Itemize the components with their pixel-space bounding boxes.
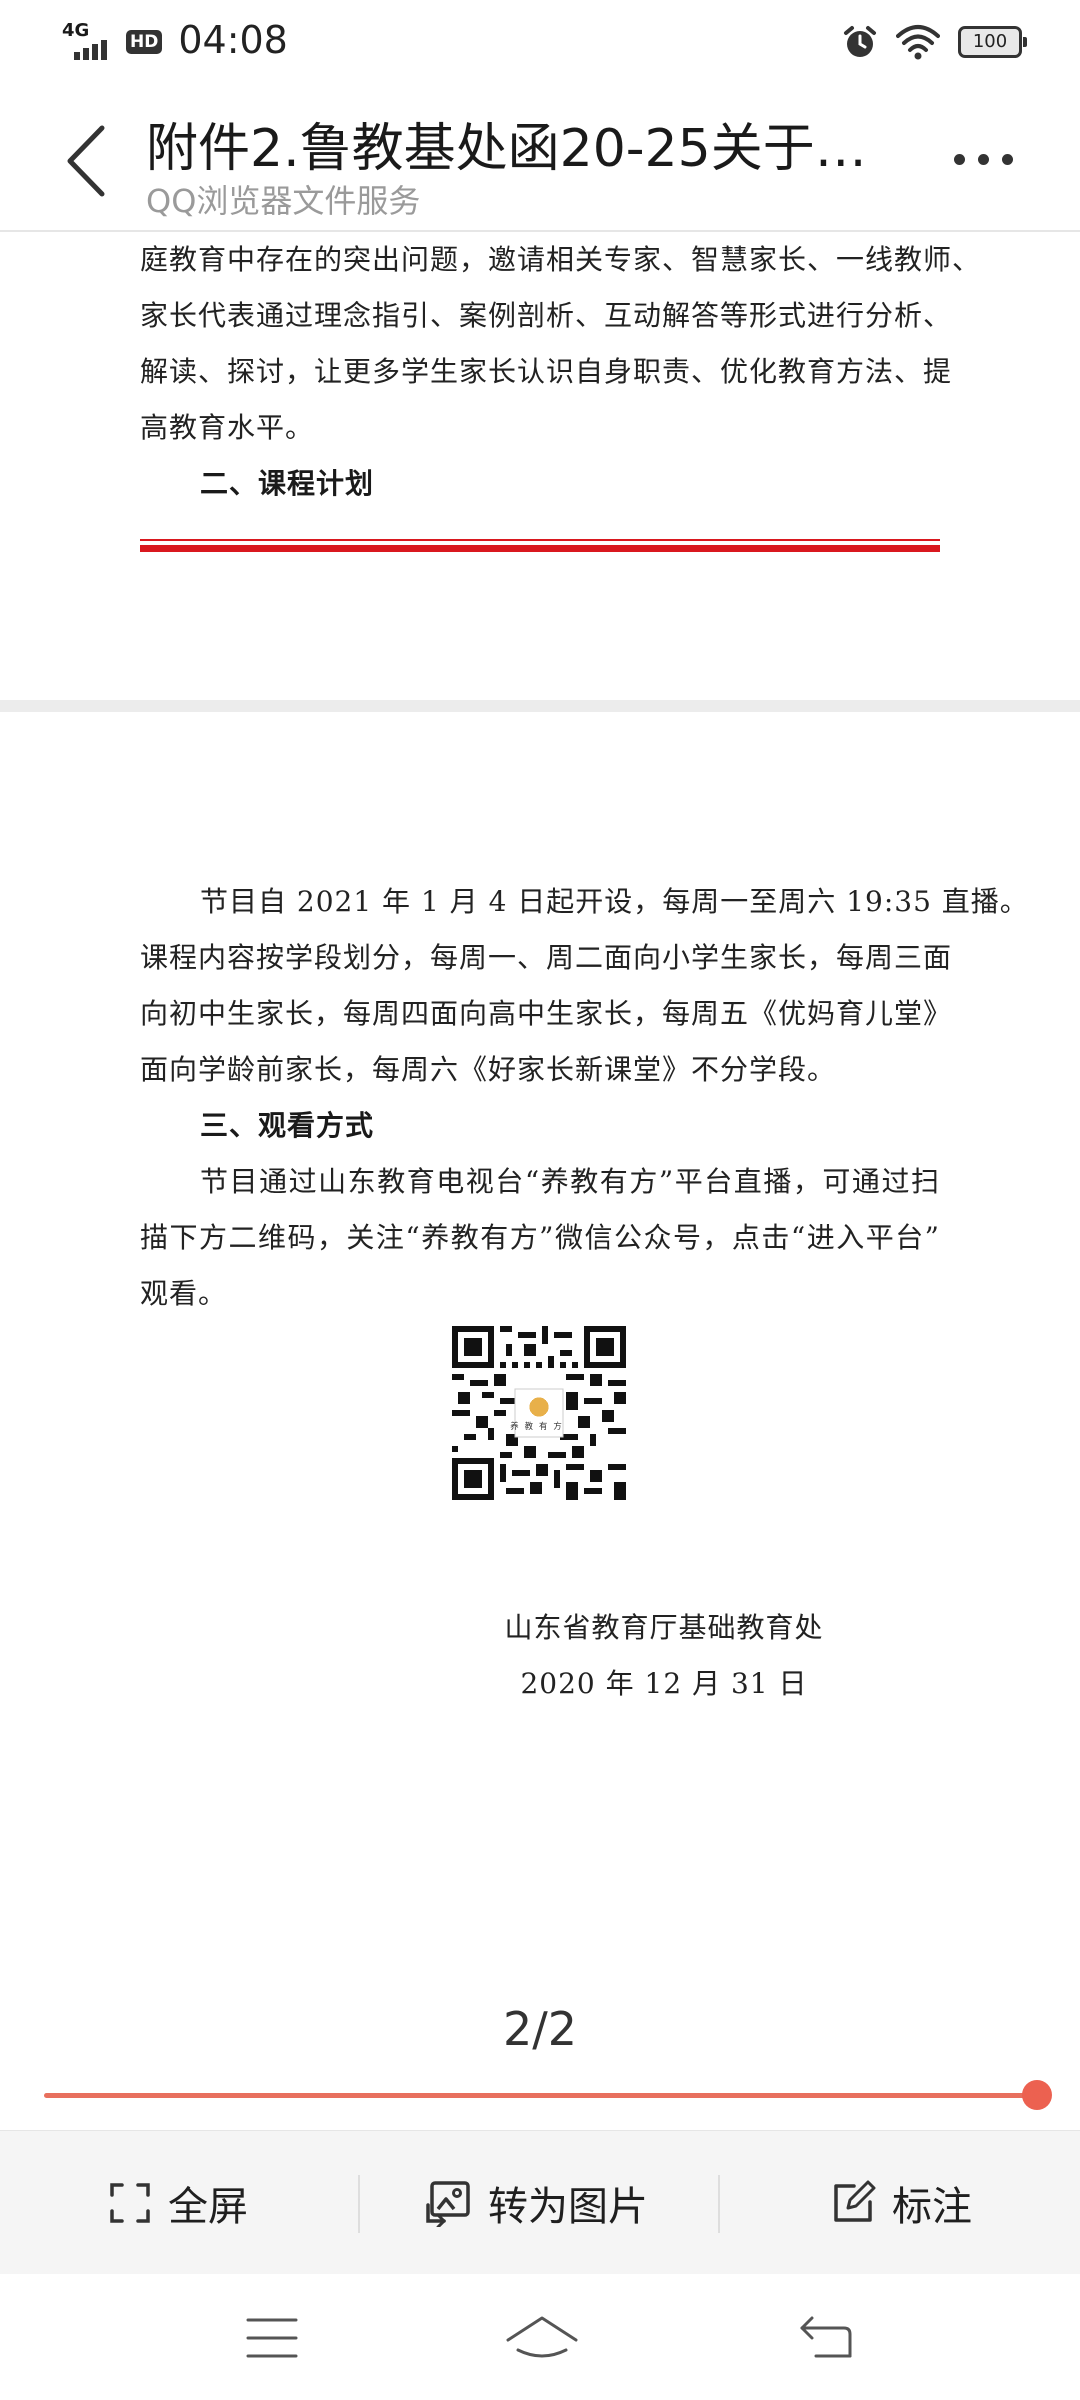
more-button[interactable] bbox=[954, 144, 1024, 174]
status-right: 100 bbox=[842, 24, 1027, 60]
bottom-toolbar: 全屏 转为图片 标注 bbox=[0, 2130, 1080, 2274]
hd-badge: HD bbox=[126, 30, 163, 54]
signature-org: 山东省教育厅基础教育处 bbox=[504, 1611, 824, 1644]
annotate-button[interactable]: 标注 bbox=[830, 2131, 972, 2275]
section-heading: 二、课程计划 bbox=[200, 467, 375, 500]
toolbar-divider bbox=[358, 2175, 360, 2233]
text-line: 节目自 2021 年 1 月 4 日起开设，每周一至周六 19:35 直播。 bbox=[200, 885, 1029, 918]
document-source: QQ浏览器文件服务 bbox=[146, 182, 421, 220]
alarm-icon bbox=[844, 26, 876, 57]
status-bar: 4G HD 04:08 100 bbox=[0, 0, 1080, 84]
annotate-label: 标注 bbox=[892, 2184, 972, 2230]
network-type: 4G bbox=[62, 20, 90, 41]
home-button[interactable] bbox=[504, 2310, 580, 2366]
title-bar: 附件2.鲁教基处函20-25关于… QQ浏览器文件服务 bbox=[0, 84, 1080, 232]
back-icon bbox=[800, 2316, 852, 2358]
page-indicator: 2/2 bbox=[502, 2002, 578, 2056]
back-arrow-icon bbox=[67, 125, 105, 197]
battery-icon: 100 bbox=[958, 26, 1027, 58]
back-nav-button[interactable] bbox=[796, 2310, 856, 2366]
menu-icon bbox=[246, 2318, 298, 2358]
cellular-signal-icon: 4G bbox=[62, 18, 116, 62]
red-divider bbox=[140, 539, 940, 541]
document-title: 附件2.鲁教基处函20-25关于… bbox=[146, 119, 867, 179]
qr-code: 养教有方 bbox=[452, 1326, 626, 1500]
fullscreen-icon bbox=[110, 2183, 150, 2223]
text-line: 家长代表通过理念指引、案例剖析、互动解答等形式进行分析、 bbox=[140, 299, 953, 332]
text-line: 观看。 bbox=[140, 1277, 228, 1310]
fullscreen-label: 全屏 bbox=[168, 2184, 248, 2230]
document-page-1[interactable]: 庭教育中存在的突出问题，邀请相关专家、智慧家长、一线教师、 家长代表通过理念指引… bbox=[0, 232, 1080, 700]
section-heading: 三、观看方式 bbox=[200, 1109, 375, 1142]
page-separator bbox=[0, 700, 1080, 712]
text-line: 面向学龄前家长，每周六《好家长新课堂》不分学段。 bbox=[140, 1053, 837, 1086]
text-line: 向初中生家长，每周四面向高中生家长，每周五《优妈育儿堂》 bbox=[140, 997, 953, 1030]
text-line: 庭教育中存在的突出问题，邀请相关专家、智慧家长、一线教师、 bbox=[140, 243, 982, 276]
image-convert-icon bbox=[426, 2181, 470, 2227]
text-line: 课程内容按学段划分，每周一、周二面向小学生家长，每周三面 bbox=[140, 941, 953, 974]
status-time: 04:08 bbox=[178, 18, 288, 62]
text-line: 解读、探讨，让更多学生家长认识自身职责、优化教育方法、提 bbox=[140, 355, 953, 388]
status-left: 4G HD 04:08 bbox=[62, 18, 288, 62]
text-line: 节目通过山东教育电视台“养教有方”平台直播，可通过扫 bbox=[200, 1165, 940, 1198]
back-button[interactable] bbox=[58, 116, 118, 206]
menu-button[interactable] bbox=[242, 2310, 302, 2366]
page-scrubber-thumb[interactable] bbox=[1022, 2080, 1052, 2110]
signature-date: 2020 年 12 月 31 日 bbox=[520, 1667, 808, 1700]
toolbar-divider bbox=[718, 2175, 720, 2233]
convert-to-image-label: 转为图片 bbox=[488, 2184, 648, 2230]
text-line: 高教育水平。 bbox=[140, 411, 315, 444]
document-page-2[interactable]: 节目自 2021 年 1 月 4 日起开设，每周一至周六 19:35 直播。 课… bbox=[0, 712, 1080, 1952]
convert-to-image-button[interactable]: 转为图片 bbox=[424, 2131, 648, 2275]
more-icon bbox=[954, 153, 1013, 165]
text-line: 描下方二维码，关注“养教有方”微信公众号，点击“进入平台” bbox=[140, 1221, 940, 1254]
red-divider bbox=[140, 545, 940, 552]
system-navigation-bar bbox=[0, 2274, 1080, 2400]
wifi-icon bbox=[896, 25, 940, 60]
annotate-icon bbox=[834, 2180, 876, 2222]
fullscreen-button[interactable]: 全屏 bbox=[108, 2131, 248, 2275]
page-scrubber[interactable] bbox=[44, 2093, 1036, 2098]
home-icon bbox=[506, 2316, 578, 2358]
qr-center-label: 养教有方 bbox=[510, 1421, 568, 1431]
